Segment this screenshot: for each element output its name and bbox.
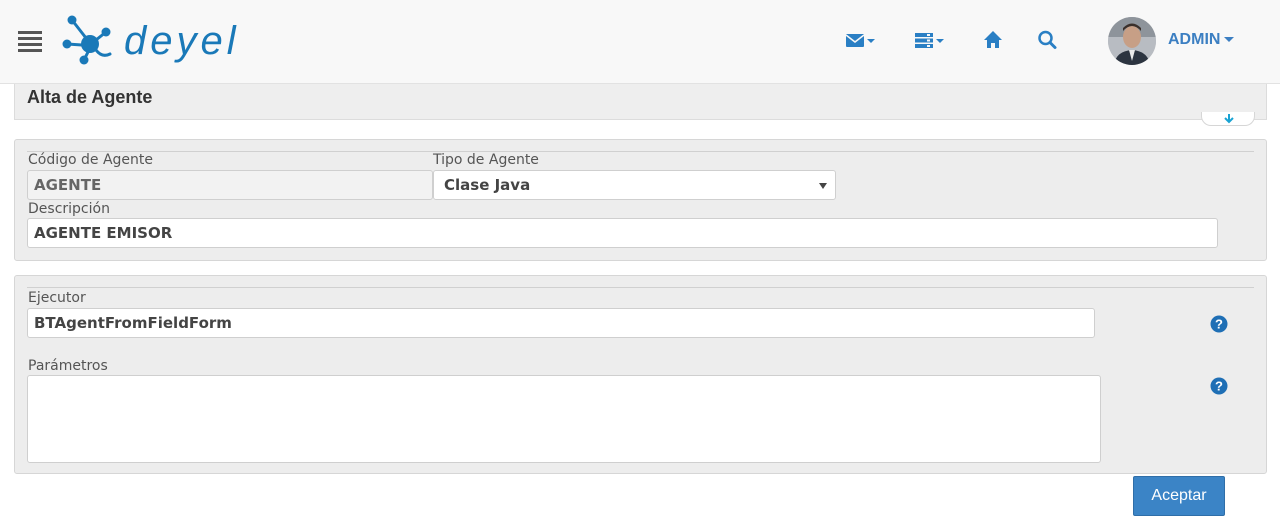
help-icon[interactable]: ?	[1210, 377, 1228, 395]
section-divider	[27, 287, 1254, 288]
help-icon[interactable]: ?	[1210, 315, 1228, 333]
tipo-select[interactable]: Clase Java	[433, 170, 836, 200]
top-navbar: deyel ADMIN	[0, 0, 1280, 84]
page-title: Alta de Agente	[27, 87, 153, 107]
expand-toggle[interactable]	[1201, 112, 1255, 126]
ejecutor-label: Ejecutor	[28, 290, 86, 306]
list-icon	[915, 33, 944, 48]
codigo-field: AGENTE	[27, 170, 433, 200]
search-button[interactable]	[1037, 28, 1059, 54]
deyel-logo[interactable]: deyel	[62, 14, 292, 66]
parametros-label: Parámetros	[28, 358, 108, 374]
tasks-dropdown[interactable]	[914, 28, 948, 54]
svg-text:?: ?	[1215, 317, 1223, 332]
descripcion-input[interactable]: AGENTE EMISOR	[27, 218, 1218, 248]
page-title-panel: Alta de Agente	[14, 84, 1267, 120]
menu-icon[interactable]	[18, 31, 42, 52]
mail-icon	[845, 34, 875, 47]
accept-button[interactable]: Aceptar	[1133, 476, 1225, 516]
parametros-textarea[interactable]	[27, 375, 1101, 463]
select-arrow-icon	[819, 183, 827, 189]
logo-text: deyel	[124, 19, 240, 63]
user-avatar[interactable]	[1108, 17, 1156, 65]
search-icon	[1038, 30, 1057, 49]
svg-text:?: ?	[1215, 379, 1223, 394]
ejecutor-input[interactable]: BTAgentFromFieldForm	[27, 308, 1095, 338]
home-icon	[984, 31, 1002, 48]
mail-dropdown[interactable]	[845, 28, 877, 54]
tipo-select-value: Clase Java	[444, 176, 531, 194]
section-divider	[27, 151, 1254, 152]
user-menu[interactable]: ADMIN	[1168, 31, 1235, 49]
arrow-down-icon	[1224, 114, 1234, 124]
caret-down-icon	[1224, 37, 1235, 43]
codigo-label: Código de Agente	[28, 152, 154, 168]
home-button[interactable]	[982, 28, 1004, 54]
tipo-label: Tipo de Agente	[433, 152, 539, 168]
user-name-label: ADMIN	[1168, 31, 1221, 48]
descripcion-label: Descripción	[28, 201, 110, 217]
